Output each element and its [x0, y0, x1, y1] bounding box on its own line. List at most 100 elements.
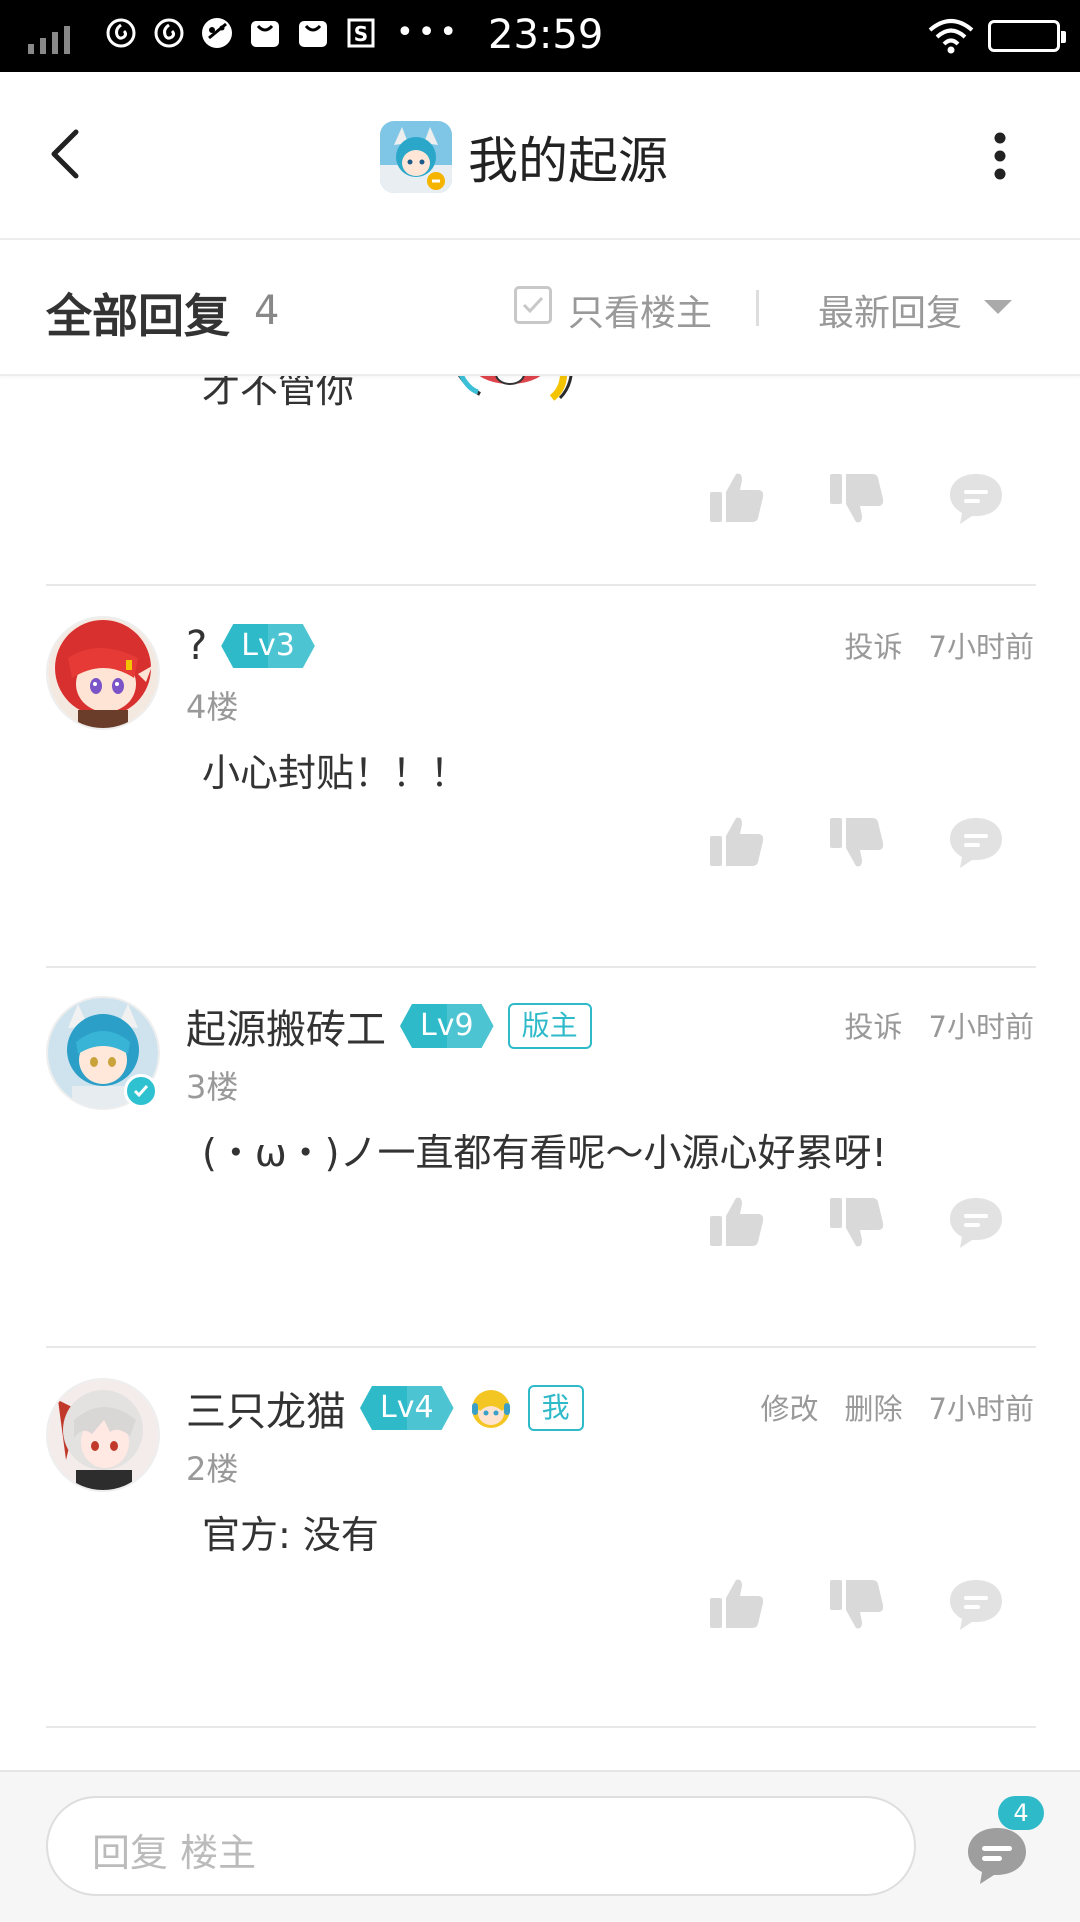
more-vertical-icon	[994, 132, 1006, 180]
status-bar: S ••• 23:59	[0, 0, 1080, 72]
divider	[46, 1726, 1036, 1728]
timestamp: 7小时前	[928, 1392, 1034, 1426]
back-button[interactable]	[40, 124, 100, 184]
thumbs-down-icon	[830, 1198, 884, 1247]
reply-content: 官方: 没有	[202, 1513, 379, 1557]
thumbs-up-icon	[710, 1197, 764, 1246]
replies-title: 全部回复	[46, 289, 230, 343]
self-badge: 我	[527, 1385, 584, 1431]
clock: 23:59	[488, 12, 604, 58]
user-meta: 三只龙猫 Lv4 我	[186, 1380, 584, 1436]
comment-button[interactable]	[946, 1192, 1006, 1252]
divider	[46, 1346, 1036, 1348]
moderator-badge: 版主	[507, 1003, 592, 1049]
bag-icon	[248, 16, 282, 50]
only-op-checkbox[interactable]	[514, 286, 552, 324]
list-item: 三只龙猫 Lv4 我 2楼 修改 删除 7小时前 官方: 没有	[0, 1346, 1080, 1728]
netease-icon	[104, 16, 138, 50]
only-op-label[interactable]: 只看楼主	[568, 284, 712, 336]
post-actions: 投诉 7小时前	[845, 624, 1034, 666]
reaction-row	[706, 812, 1006, 872]
comment-count-badge: 4	[998, 1796, 1044, 1830]
chevron-down-icon[interactable]	[984, 300, 1012, 314]
forum-title: 我的起源	[380, 120, 668, 194]
avatar-badge-icon	[471, 1390, 510, 1428]
replies-header: 全部回复 4 只看楼主 最新回复	[0, 240, 1080, 376]
edit-link[interactable]: 修改	[761, 1386, 819, 1428]
floor-number: 4楼	[186, 688, 239, 726]
page-title: 我的起源	[468, 132, 668, 190]
overflow-dots: •••	[396, 15, 462, 50]
replies-count: 4	[254, 288, 280, 334]
list-item: 起源搬砖工 Lv9 版主 3楼 投诉 7小时前 (・ω・)ノ一直都有看呢～小源心…	[0, 964, 1080, 1344]
report-link[interactable]: 投诉	[845, 624, 903, 666]
reaction-row	[706, 1574, 1006, 1634]
verified-icon	[124, 1074, 158, 1108]
comment-icon	[950, 474, 1002, 524]
thumbs-down-icon	[830, 1580, 884, 1629]
thumbs-down-icon	[830, 474, 884, 523]
reply-bar: 回复 楼主 4	[0, 1770, 1080, 1922]
reply-content: 小心封贴！！！	[202, 751, 469, 795]
username[interactable]: ?	[186, 623, 207, 669]
user-meta: ? Lv3	[186, 618, 315, 674]
comment-button[interactable]	[946, 1574, 1006, 1634]
signal-icon	[28, 22, 70, 54]
dislike-button[interactable]	[826, 468, 886, 528]
level-badge: Lv3	[221, 624, 315, 668]
like-button[interactable]	[706, 468, 766, 528]
wifi-icon	[928, 18, 974, 58]
thumbs-up-icon	[710, 473, 764, 522]
comments-button[interactable]	[964, 1824, 1030, 1886]
divider	[756, 290, 759, 326]
sort-dropdown[interactable]: 最新回复	[818, 284, 962, 336]
s-icon: S	[344, 16, 378, 50]
divider	[46, 966, 1036, 968]
app-logo-icon	[380, 121, 452, 193]
back-arrow-icon	[51, 129, 79, 179]
username[interactable]: 起源搬砖工	[186, 997, 386, 1055]
user-meta: 起源搬砖工 Lv9 版主	[186, 998, 592, 1054]
comment-icon	[950, 818, 1002, 868]
svg-text:S: S	[354, 22, 368, 46]
sticker-image	[456, 374, 573, 401]
more-button[interactable]	[980, 126, 1020, 186]
avatar[interactable]	[46, 1378, 160, 1492]
list-item: 才不管你	[0, 374, 1080, 584]
delete-link[interactable]: 删除	[845, 1386, 903, 1428]
notification-icons: S •••	[104, 16, 461, 50]
thumbs-up-icon	[710, 817, 764, 866]
reply-list[interactable]: 才不管你 ? Lv3 4楼 投诉 7小时前 小心封贴！！！ 起源搬砖工 Lv9 …	[0, 374, 1080, 1770]
dislike-button[interactable]	[826, 1574, 886, 1634]
comment-button[interactable]	[946, 468, 1006, 528]
like-button[interactable]	[706, 1192, 766, 1252]
dislike-button[interactable]	[826, 1192, 886, 1252]
level-badge: Lv4	[360, 1386, 454, 1430]
report-link[interactable]: 投诉	[845, 1004, 903, 1046]
comment-icon	[950, 1198, 1002, 1248]
dislike-button[interactable]	[826, 812, 886, 872]
reaction-row	[706, 1192, 1006, 1252]
reply-input[interactable]: 回复 楼主	[46, 1796, 916, 1896]
netease-icon	[152, 16, 186, 50]
avatar[interactable]	[46, 616, 160, 730]
reply-placeholder: 回复 楼主	[92, 1831, 257, 1875]
reply-content: 才不管你	[202, 374, 355, 411]
floor-number: 3楼	[186, 1068, 239, 1106]
post-actions: 修改 删除 7小时前	[761, 1386, 1034, 1428]
like-button[interactable]	[706, 812, 766, 872]
check-icon	[522, 296, 544, 314]
floor-number: 2楼	[186, 1450, 239, 1488]
like-button[interactable]	[706, 1574, 766, 1634]
bag-icon	[296, 16, 330, 50]
username[interactable]: 三只龙猫	[186, 1379, 346, 1437]
divider	[46, 584, 1036, 586]
timestamp: 7小时前	[928, 1010, 1034, 1044]
level-badge: Lv9	[400, 1004, 494, 1048]
title-bar: 我的起源	[0, 72, 1080, 240]
reply-content: (・ω・)ノ一直都有看呢～小源心好累呀!	[202, 1131, 887, 1175]
comment-button[interactable]	[946, 812, 1006, 872]
game-icon	[200, 16, 234, 50]
post-actions: 投诉 7小时前	[845, 1004, 1034, 1046]
comment-icon	[968, 1828, 1026, 1884]
